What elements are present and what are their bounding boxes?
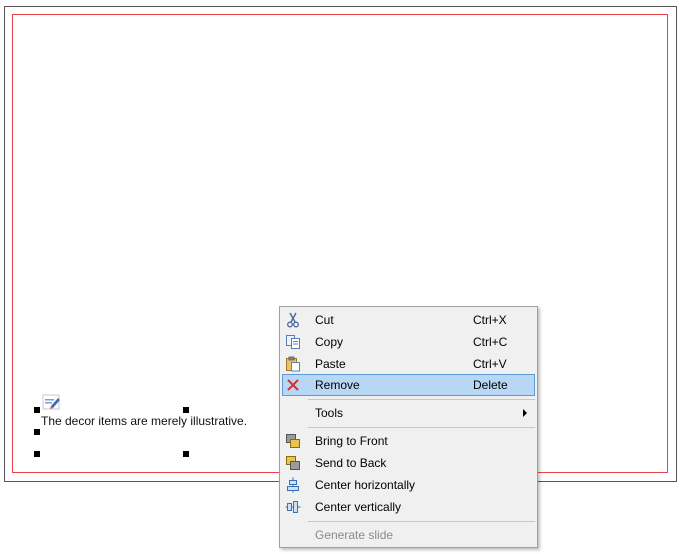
menu-separator xyxy=(308,521,535,522)
menu-item-generate-slide: Generate slide xyxy=(282,524,535,546)
resize-handle-bottom-right[interactable] xyxy=(183,451,189,457)
menu-item-label: Copy xyxy=(315,335,344,349)
menu-item-copy[interactable]: Copy Ctrl+C xyxy=(282,331,535,353)
menu-item-tools[interactable]: Tools xyxy=(282,402,535,424)
edit-text-icon[interactable] xyxy=(42,394,62,410)
menu-item-shortcut: Ctrl+V xyxy=(473,357,507,371)
menu-item-shortcut: Ctrl+C xyxy=(473,335,508,349)
center-horizontally-icon xyxy=(287,477,299,493)
menu-item-label: Tools xyxy=(315,406,344,420)
menu-separator xyxy=(308,427,535,428)
menu-item-label: Send to Back xyxy=(315,456,387,470)
menu-item-label: Paste xyxy=(315,357,346,371)
menu-item-cut[interactable]: Cut Ctrl+X xyxy=(282,309,535,331)
paste-icon xyxy=(286,356,300,372)
copy-icon xyxy=(286,335,300,349)
menu-item-label: Center horizontally xyxy=(315,478,416,492)
canvas-text-item[interactable]: The decor items are merely illustrative. xyxy=(41,414,247,428)
menu-item-label: Generate slide xyxy=(315,528,394,542)
menu-item-remove[interactable]: Remove Delete xyxy=(282,374,535,396)
menu-item-label: Cut xyxy=(315,313,334,327)
remove-x-icon xyxy=(287,379,299,391)
menu-item-label: Center vertically xyxy=(315,500,402,514)
menu-item-bring-to-front[interactable]: Bring to Front xyxy=(282,430,535,452)
menu-item-center-vertically[interactable]: Center vertically xyxy=(282,496,535,518)
resize-handle-top-right[interactable] xyxy=(183,407,189,413)
menu-item-label: Bring to Front xyxy=(315,434,388,448)
menu-item-paste[interactable]: Paste Ctrl+V xyxy=(282,353,535,375)
menu-item-center-horizontally[interactable]: Center horizontally xyxy=(282,474,535,496)
menu-separator xyxy=(308,399,535,400)
scissors-icon xyxy=(287,312,299,328)
menu-item-shortcut: Ctrl+X xyxy=(473,313,507,327)
menu-item-send-to-back[interactable]: Send to Back xyxy=(282,452,535,474)
send-to-back-icon xyxy=(286,456,300,470)
center-vertically-icon xyxy=(285,501,301,513)
menu-item-label: Remove xyxy=(315,378,360,392)
resize-handle-bottom-left[interactable] xyxy=(34,451,40,457)
menu-item-shortcut: Delete xyxy=(473,378,508,392)
bring-to-front-icon xyxy=(286,434,300,448)
submenu-arrow-icon xyxy=(523,409,527,417)
resize-handle-middle-left[interactable] xyxy=(34,429,40,435)
resize-handle-top-left[interactable] xyxy=(34,407,40,413)
context-menu: Cut Ctrl+X Copy Ctrl+C Paste Ctrl+V Remo… xyxy=(279,306,538,548)
